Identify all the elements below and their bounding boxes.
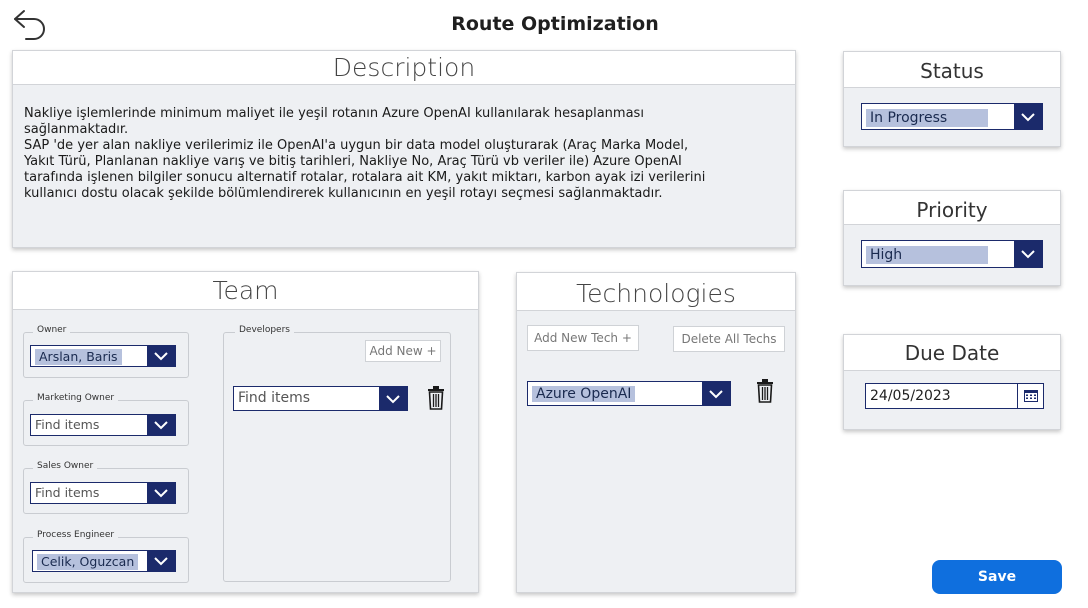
owner-selected-chip: Arslan, Baris — [35, 349, 122, 365]
chevron-down-icon[interactable] — [1014, 104, 1042, 129]
status-combobox[interactable]: In Progress — [861, 103, 1043, 130]
chevron-down-icon[interactable] — [147, 483, 175, 503]
technology-selected-chip: Azure OpenAI — [532, 386, 636, 402]
marketing-owner-label: Marketing Owner — [33, 393, 119, 403]
team-card: Team Owner Arslan, Baris Marketing Owner… — [12, 271, 479, 593]
status-card: Status In Progress — [843, 51, 1061, 147]
due-date-input[interactable]: 24/05/2023 — [865, 383, 1044, 409]
owner-label: Owner — [33, 325, 71, 335]
marketing-owner-placeholder: Find items — [35, 417, 100, 432]
delete-all-techs-button[interactable]: Delete All Techs — [673, 326, 785, 352]
technology-combobox[interactable]: Azure OpenAI — [527, 381, 731, 406]
technologies-card: Technologies Add New Tech + Delete All T… — [516, 272, 796, 593]
developers-placeholder: Find items — [238, 390, 311, 406]
trash-icon[interactable] — [427, 386, 445, 410]
calendar-icon[interactable] — [1017, 384, 1043, 408]
priority-selected-chip: High — [866, 246, 988, 264]
chevron-down-icon[interactable] — [702, 382, 730, 405]
sales-owner-placeholder: Find items — [35, 485, 100, 500]
process-engineer-selected-chip: Celik, Oguzcan — [37, 554, 139, 570]
save-button[interactable]: Save — [932, 560, 1062, 594]
status-selected-chip: In Progress — [866, 109, 988, 127]
chevron-down-icon[interactable] — [379, 387, 407, 410]
developers-label: Developers — [235, 325, 294, 335]
priority-card: Priority High — [843, 190, 1061, 286]
description-line: SAP 'de yer alan nakliye verilerimiz ile… — [24, 138, 689, 153]
description-line: kullanıcı dostu olacak şekilde bölümlend… — [24, 186, 663, 201]
due-date-value: 24/05/2023 — [870, 388, 951, 404]
team-header: Team — [13, 272, 478, 310]
description-line: tarafında işlenen bilgiler sonucu altern… — [24, 170, 706, 185]
priority-header: Priority — [844, 191, 1060, 225]
chevron-down-icon[interactable] — [147, 551, 175, 571]
due-date-header: Due Date — [844, 335, 1060, 371]
add-tech-button[interactable]: Add New Tech + — [527, 325, 639, 351]
add-developer-button[interactable]: Add New + — [365, 340, 441, 362]
due-date-card: Due Date 24/05/2023 — [843, 334, 1061, 430]
priority-combobox[interactable]: High — [861, 240, 1043, 268]
developers-group — [223, 332, 451, 582]
technologies-header: Technologies — [517, 273, 795, 311]
marketing-owner-combobox[interactable]: Find items — [30, 414, 176, 436]
description-line: Yakıt Türü, Planlanan nakliye varış ve b… — [24, 154, 682, 169]
chevron-down-icon[interactable] — [147, 346, 175, 366]
sales-owner-combobox[interactable]: Find items — [30, 482, 176, 504]
chevron-down-icon[interactable] — [1014, 241, 1042, 267]
description-header: Description — [13, 51, 795, 85]
sales-owner-label: Sales Owner — [33, 461, 98, 471]
developers-combobox[interactable]: Find items — [233, 386, 408, 411]
description-line: Nakliye işlemlerinde minimum maliyet ile… — [24, 106, 644, 121]
description-text: Nakliye işlemlerinde minimum maliyet ile… — [24, 106, 724, 202]
description-line: sağlanmaktadır. — [24, 122, 129, 137]
chevron-down-icon[interactable] — [147, 415, 175, 435]
description-card: Description Nakliye işlemlerinde minimum… — [12, 50, 796, 248]
page-title: Route Optimization — [451, 13, 659, 35]
status-header: Status — [844, 52, 1060, 88]
process-engineer-combobox[interactable]: Celik, Oguzcan — [32, 550, 176, 572]
trash-icon[interactable] — [756, 379, 774, 403]
owner-combobox[interactable]: Arslan, Baris — [30, 345, 176, 367]
process-engineer-label: Process Engineer — [33, 530, 119, 540]
